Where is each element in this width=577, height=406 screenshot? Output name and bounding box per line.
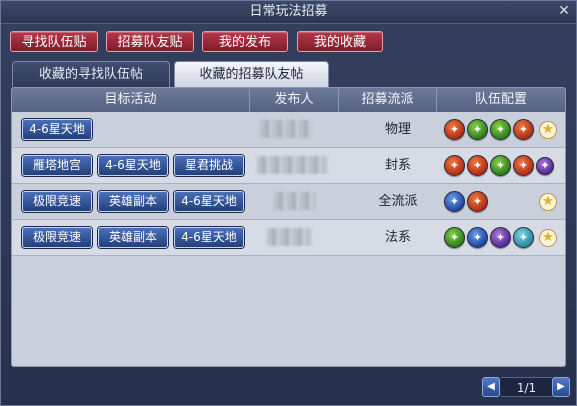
tab-favorite-recruit[interactable]: 收藏的招募队友帖: [174, 61, 329, 87]
prev-page-button[interactable]: ◀: [482, 377, 500, 397]
activity-button[interactable]: 4-6星天地: [174, 227, 244, 248]
close-icon[interactable]: ✕: [556, 3, 572, 19]
school-label: 物理: [384, 122, 411, 137]
favorite-star-icon[interactable]: ★: [539, 121, 557, 139]
publisher-name-blurred: [267, 228, 311, 246]
header-publisher: 发布人: [250, 88, 339, 112]
activity-button[interactable]: 雁塔地宫: [22, 155, 92, 176]
fire-emblem-icon: ✦: [444, 119, 465, 140]
publisher-name-blurred: [260, 120, 312, 138]
header-school: 招募流派: [339, 88, 437, 112]
fire-emblem-icon: ✦: [467, 191, 488, 212]
purple-emblem-icon: ✦: [536, 157, 554, 175]
find-team-posts-button[interactable]: 寻找队伍贴: [10, 31, 98, 52]
green-emblem-icon: ✦: [467, 119, 488, 140]
activity-button[interactable]: 4-6星天地: [174, 191, 244, 212]
publisher-name-blurred: [274, 192, 316, 210]
page-indicator: 1/1: [501, 377, 552, 397]
table-row[interactable]: 雁塔地宫 4-6星天地 星君挑战 封系 ✦ ✦ ✦ ✦ ✦: [12, 148, 565, 184]
blue-emblem-icon: ✦: [467, 227, 488, 248]
table-row[interactable]: 4-6星天地 物理 ✦ ✦ ✦ ✦ ★: [12, 112, 565, 148]
fire-emblem-icon: ✦: [513, 155, 534, 176]
table-header: 目标活动 发布人 招募流派 队伍配置: [12, 88, 565, 112]
green-emblem-icon: ✦: [490, 155, 511, 176]
fire-emblem-icon: ✦: [513, 119, 534, 140]
header-activity: 目标活动: [12, 88, 250, 112]
my-favorites-button[interactable]: 我的收藏: [297, 31, 383, 52]
cyan-emblem-icon: ✦: [513, 227, 534, 248]
recruit-posts-button[interactable]: 招募队友贴: [106, 31, 194, 52]
table-row[interactable]: 极限竞速 英雄副本 4-6星天地 法系 ✦ ✦ ✦ ✦ ★: [12, 220, 565, 256]
header-team: 队伍配置: [474, 92, 527, 107]
recruit-table: 目标活动 发布人 招募流派 队伍配置 4-6星天地 物理 ✦ ✦ ✦ ✦ ★ 雁…: [11, 87, 566, 367]
recruit-window: 日常玩法招募 ✕ 寻找队伍贴 招募队友贴 我的发布 我的收藏 收藏的寻找队伍帖 …: [0, 0, 577, 406]
activity-button[interactable]: 英雄副本: [98, 191, 168, 212]
favorite-star-icon[interactable]: ★: [539, 193, 557, 211]
activity-button[interactable]: 4-6星天地: [22, 119, 92, 140]
green-emblem-icon: ✦: [444, 227, 465, 248]
blue-emblem-icon: ✦: [444, 191, 465, 212]
activity-button[interactable]: 极限竞速: [22, 191, 92, 212]
publisher-name-blurred: [257, 156, 327, 174]
window-title: 日常玩法招募: [249, 4, 328, 19]
activity-button[interactable]: 极限竞速: [22, 227, 92, 248]
school-label: 法系: [384, 230, 411, 245]
activity-button[interactable]: 英雄副本: [98, 227, 168, 248]
tab-favorite-find-team[interactable]: 收藏的寻找队伍帖: [12, 61, 170, 87]
activity-button[interactable]: 星君挑战: [174, 155, 244, 176]
pagination: ◀ 1/1 ▶: [482, 377, 572, 397]
window-titlebar: 日常玩法招募 ✕: [1, 1, 576, 24]
green-emblem-icon: ✦: [490, 119, 511, 140]
favorite-star-icon[interactable]: ★: [539, 229, 557, 247]
fire-emblem-icon: ✦: [467, 155, 488, 176]
my-posts-button[interactable]: 我的发布: [202, 31, 288, 52]
activity-button[interactable]: 4-6星天地: [98, 155, 168, 176]
next-page-button[interactable]: ▶: [552, 377, 570, 397]
school-label: 封系: [384, 158, 411, 173]
purple-emblem-icon: ✦: [490, 227, 511, 248]
fire-emblem-icon: ✦: [444, 155, 465, 176]
school-label: 全流派: [378, 194, 418, 209]
table-row[interactable]: 极限竞速 英雄副本 4-6星天地 全流派 ✦ ✦ ★: [12, 184, 565, 220]
